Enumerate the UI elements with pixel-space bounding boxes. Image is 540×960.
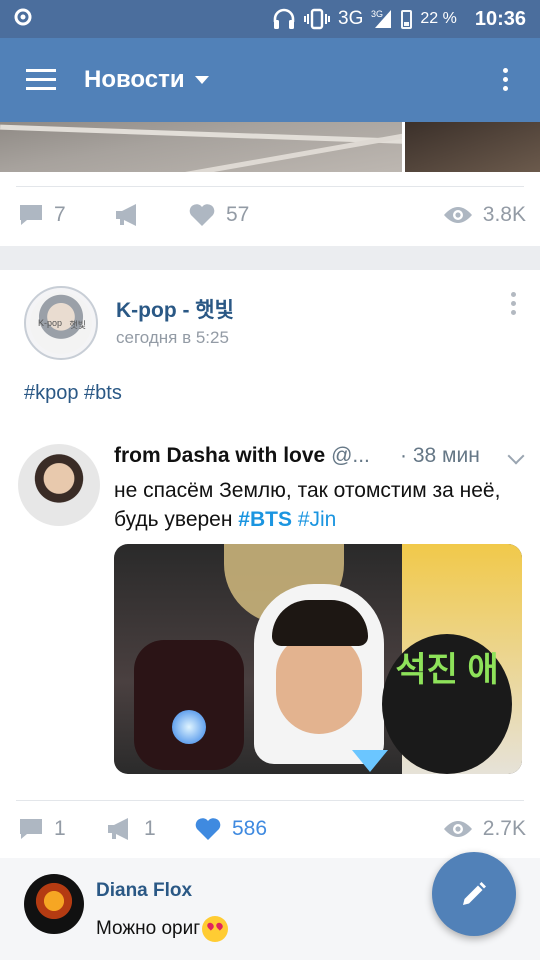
photo-sign-text: 석진 애 <box>382 634 512 774</box>
status-bar: 3G 3G 22 % 10:36 <box>0 0 540 38</box>
network-sup: 3G <box>371 9 383 19</box>
tweet-text: не спасём Землю, так отомстим за неё, бу… <box>114 476 514 534</box>
eye-icon <box>443 821 472 837</box>
prev-photo-2[interactable] <box>405 122 540 172</box>
divider <box>16 186 524 187</box>
tweet-photo[interactable]: 석진 애 <box>114 544 522 774</box>
tweet-author[interactable]: from Dasha with love @... <box>114 444 370 468</box>
compose-button[interactable] <box>432 852 516 936</box>
chevron-down-icon <box>194 76 209 84</box>
repost-count: 1 <box>144 817 156 840</box>
comment-body: Можно ориг <box>96 918 201 939</box>
status-right: 3G 3G 22 % 10:36 <box>272 8 526 31</box>
group-name[interactable]: K-pop - 햇빛 <box>116 294 234 324</box>
chevron-down-icon[interactable] <box>507 447 525 465</box>
like-count: 586 <box>232 817 268 840</box>
heart-icon <box>189 204 215 226</box>
comment-count: 1 <box>54 817 66 840</box>
post-time: сегодня в 5:25 <box>116 328 229 347</box>
view-count: 3.8K <box>482 203 526 226</box>
megaphone-icon <box>108 818 128 840</box>
view-count: 2.7K <box>482 817 526 840</box>
hamburger-icon[interactable] <box>26 69 56 91</box>
notification-icon <box>14 8 32 25</box>
tweet-tag-jin[interactable]: #Jin <box>298 508 337 531</box>
signal-icon: 3G <box>371 8 393 30</box>
comment-icon <box>20 819 42 839</box>
divider <box>16 800 524 801</box>
comment-button[interactable]: 7 <box>18 188 66 242</box>
post-hashtags[interactable]: #kpop #bts <box>24 382 122 405</box>
status-left <box>14 8 44 31</box>
post-more-icon[interactable] <box>511 292 516 315</box>
prev-post-photos[interactable] <box>0 122 540 172</box>
headset-icon <box>272 8 296 30</box>
avatar-label-left: K-pop <box>38 318 63 328</box>
comment-icon <box>20 205 42 225</box>
comment-text: Можно ориг <box>96 916 229 942</box>
more-vert-icon[interactable] <box>503 68 508 91</box>
tweet-tag-bts[interactable]: #BTS <box>238 508 292 531</box>
commenter-name[interactable]: Diana Flox <box>96 880 192 902</box>
page-title: Новости <box>84 66 185 93</box>
vibrate-icon <box>304 8 331 30</box>
like-button[interactable]: 57 <box>188 188 249 242</box>
post-stats: 1 1 586 2.7K <box>0 802 540 856</box>
tweet-author-handle: @... <box>331 444 370 467</box>
tweet-embed[interactable]: from Dasha with love @... · 38 мин не сп… <box>18 440 528 780</box>
battery-icon <box>401 9 413 29</box>
group-avatar[interactable]: K-pop 햇빛 <box>24 286 98 360</box>
repost-button[interactable]: 1 <box>106 802 156 856</box>
like-button[interactable]: 586 <box>194 802 267 856</box>
prev-post-card: 7 57 3.8K <box>0 122 540 246</box>
battery-level: 22 % <box>420 10 457 27</box>
clock: 10:36 <box>474 7 526 30</box>
commenter-avatar[interactable] <box>24 874 84 934</box>
like-count: 57 <box>226 203 250 226</box>
tweet-author-avatar[interactable] <box>18 444 100 526</box>
pencil-icon <box>463 882 486 905</box>
megaphone-icon <box>116 204 136 226</box>
views: 2.7K <box>443 802 526 856</box>
repost-button[interactable] <box>114 188 142 242</box>
avatar-label-right: 햇빛 <box>69 320 86 330</box>
prev-post-stats: 7 57 3.8K <box>0 188 540 242</box>
feed-selector[interactable]: Новости <box>84 66 209 94</box>
heart-icon <box>195 818 221 840</box>
app-bar: Новости <box>0 38 540 122</box>
views: 3.8K <box>443 188 526 242</box>
tweet-author-name: from Dasha with love <box>114 444 326 467</box>
post-header: K-pop 햇빛 K-pop - 햇빛 сегодня в 5:25 <box>24 286 524 362</box>
network-type: 3G <box>338 8 364 29</box>
heart-eyes-emoji-icon <box>202 916 229 942</box>
eye-icon <box>443 207 472 223</box>
comment-button[interactable]: 1 <box>18 802 66 856</box>
tweet-time: · 38 мин <box>400 444 480 467</box>
prev-photo-1[interactable] <box>0 122 402 172</box>
comment-count: 7 <box>54 203 66 226</box>
